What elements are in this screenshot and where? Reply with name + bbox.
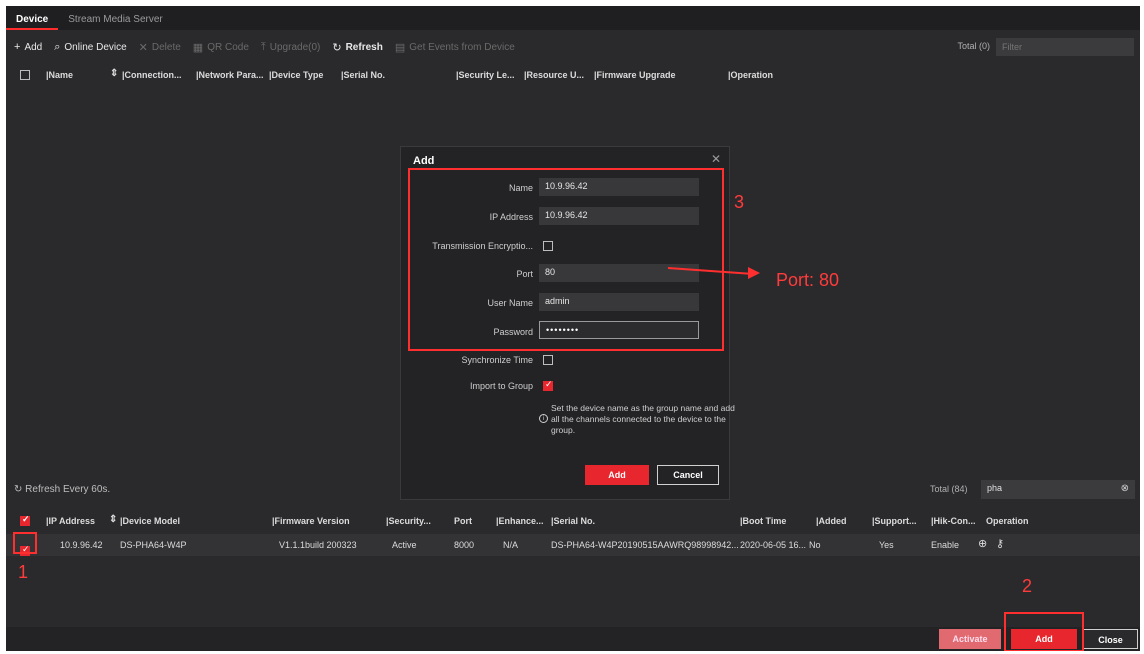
add-device-label: Add <box>24 41 43 53</box>
activate-button[interactable]: Activate <box>939 629 1001 649</box>
refresh-button[interactable]: ↻ Refresh <box>332 41 382 54</box>
col-support[interactable]: | Support... <box>872 516 917 526</box>
col-serial[interactable]: | Serial No. <box>551 516 595 526</box>
col-name[interactable]: | Name <box>46 70 73 80</box>
cell-port: 8000 <box>454 540 475 550</box>
arrow-head-icon <box>748 267 760 279</box>
online-device-button[interactable]: ⌕ Online Device <box>54 41 126 54</box>
col-firmware-version[interactable]: | Firmware Version <box>272 516 350 526</box>
col-ip-address[interactable]: | IP Address <box>46 516 95 526</box>
cell-added: No <box>809 540 821 550</box>
refresh-label: Refresh <box>345 41 383 53</box>
search-value: pha <box>987 483 1003 493</box>
col-resource-usage[interactable]: | Resource U... <box>524 70 584 80</box>
annotation-box-checkbox <box>13 532 37 554</box>
cell-ip: 10.9.96.42 <box>60 540 103 550</box>
import-to-group-checkbox[interactable] <box>543 379 553 391</box>
online-table-header: | IP Address ⇕ | Device Model | Firmware… <box>6 510 1140 532</box>
key-icon[interactable]: ⚷ <box>996 537 1004 550</box>
tab-device[interactable]: Device <box>6 10 59 30</box>
sort-icon[interactable]: ⇕ <box>109 514 117 525</box>
col-connection[interactable]: | Connection... <box>122 70 182 80</box>
annotation-box-fields <box>408 168 724 351</box>
cell-support: Yes <box>879 540 894 550</box>
col-hik-connect[interactable]: | Hik-Con... <box>931 516 976 526</box>
col-added[interactable]: | Added <box>816 516 847 526</box>
sort-icon[interactable]: ⇕ <box>110 68 118 79</box>
device-total: Total (0) <box>957 41 990 51</box>
cell-enhanced: N/A <box>503 540 519 550</box>
import-note: Set the device name as the group name an… <box>551 403 735 435</box>
col-enhanced[interactable]: | Enhance... <box>496 516 544 526</box>
annotation-port-note: Port: 80 <box>776 270 840 290</box>
select-all-online-checkbox[interactable] <box>20 514 30 526</box>
online-device-label: Online Device <box>64 41 127 53</box>
add-device-button[interactable]: + Add <box>14 41 42 53</box>
close-button[interactable]: Close <box>1083 629 1138 649</box>
device-table-header: | Name ⇕ | Connection... | Network Para.… <box>6 64 1140 86</box>
col-firmware-upgrade[interactable]: | Firmware Upgrade <box>594 70 676 80</box>
annotation-number-1: 1 <box>18 562 29 582</box>
cell-boot-time: 2020-06-05 16... <box>740 540 807 550</box>
dialog-cancel-button[interactable]: Cancel <box>657 465 719 485</box>
annotation-number-2: 2 <box>1022 576 1033 596</box>
auto-refresh[interactable]: ↻ Refresh Every 60s. <box>14 484 110 495</box>
delete-button[interactable]: ✕ Delete <box>139 41 181 54</box>
online-search-input[interactable]: pha ⊗ <box>981 480 1135 499</box>
delete-label: Delete <box>151 41 181 53</box>
qr-code-icon: ▦ <box>192 41 204 54</box>
dialog-add-button[interactable]: Add <box>585 465 649 485</box>
filter-input[interactable] <box>996 38 1134 56</box>
tab-bar: Device Stream Media Server <box>6 6 1140 30</box>
synchronize-time-label: Synchronize Time <box>461 355 533 365</box>
dialog-title: Add <box>413 155 435 167</box>
get-events-button[interactable]: ▤ Get Events from Device <box>395 41 515 54</box>
get-events-label: Get Events from Device <box>409 41 515 53</box>
cell-security: Active <box>392 540 417 550</box>
cell-serial: DS-PHA64-W4P20190515AAWRQ98998942... <box>551 540 739 550</box>
document-icon: ▤ <box>394 41 406 54</box>
clear-icon[interactable]: ⊗ <box>1121 483 1129 494</box>
refresh-icon: ↻ <box>14 484 26 495</box>
refresh-interval-label: Refresh Every 60s. <box>25 484 111 495</box>
app-window: Device Stream Media Server + Add ⌕ Online … <box>6 6 1140 651</box>
close-icon: ✕ <box>138 41 148 54</box>
col-device-model[interactable]: | Device Model <box>120 516 180 526</box>
refresh-icon: ↻ <box>332 41 342 54</box>
col-boot-time[interactable]: | Boot Time <box>740 516 786 526</box>
col-serial-no[interactable]: | Serial No. <box>341 70 385 80</box>
online-device-panel: ↻ Refresh Every 60s. Total (84) pha ⊗ | I… <box>6 476 1140 651</box>
col-operation[interactable]: | Operation <box>728 70 773 80</box>
plus-icon: + <box>14 41 21 53</box>
col-device-type[interactable]: | Device Type <box>269 70 323 80</box>
col-security[interactable]: | Security... <box>386 516 431 526</box>
upgrade-button[interactable]: ⤒ Upgrade(0) <box>261 41 320 54</box>
globe-icon[interactable]: ⊕ <box>978 537 987 550</box>
col-network-params[interactable]: | Network Para... <box>196 70 264 80</box>
search-icon: ⌕ <box>54 40 61 53</box>
annotation-box-add <box>1004 612 1084 651</box>
synchronize-time-checkbox[interactable] <box>543 355 553 365</box>
upgrade-label: Upgrade(0) <box>269 41 321 53</box>
tab-stream-media-server[interactable]: Stream Media Server <box>58 10 172 30</box>
cell-model: DS-PHA64-W4P <box>120 540 187 550</box>
cell-hik-connect: Enable <box>931 540 960 550</box>
col-security-level[interactable]: | Security Le... <box>456 70 515 80</box>
close-icon[interactable]: ✕ <box>711 152 721 166</box>
annotation-number-3: 3 <box>734 192 745 212</box>
cell-firmware: V1.1.1build 200323 <box>279 540 357 550</box>
online-total: Total (84) <box>930 484 968 494</box>
import-to-group-label: Import to Group <box>469 381 533 391</box>
qr-code-label: QR Code <box>207 41 249 53</box>
footer-bar: Activate Add Close <box>6 627 1140 651</box>
qr-code-button[interactable]: ▦ QR Code <box>193 41 249 54</box>
info-icon: i <box>539 414 548 423</box>
select-all-checkbox[interactable] <box>20 70 30 80</box>
upload-icon: ⤒ <box>260 40 266 53</box>
table-row[interactable]: 10.9.96.42 DS-PHA64-W4P V1.1.1build 2003… <box>6 534 1140 556</box>
